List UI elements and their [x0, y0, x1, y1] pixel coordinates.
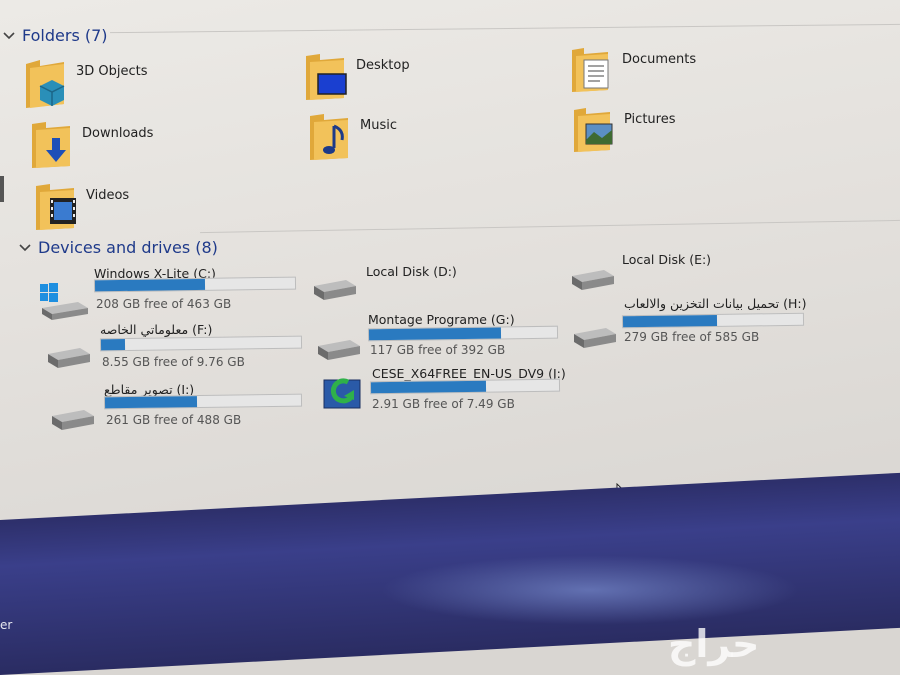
drive-usage-bar — [103, 393, 303, 410]
folder-label: Desktop — [356, 58, 410, 73]
drive-usage-bar — [93, 276, 297, 293]
folder-desktop[interactable]: Desktop — [304, 52, 410, 104]
drive-free-space: 208 GB free of 463 GB — [96, 297, 232, 311]
drive-usage-bar — [621, 312, 805, 329]
folder-label: 3D Objects — [76, 64, 148, 79]
desk-reflection — [380, 555, 800, 625]
drive-usage-fill — [622, 314, 717, 328]
drive-d[interactable]: Local Disk (D:) — [312, 262, 512, 306]
scroll-edge — [0, 176, 4, 202]
folder-videos[interactable]: Videos — [34, 182, 129, 234]
drive-name: تحميل بيانات التخزين والالعاب (H:) — [624, 296, 807, 311]
documents-folder-icon — [570, 46, 614, 98]
folder-label: Music — [360, 118, 397, 133]
folder-documents[interactable]: Documents — [570, 46, 696, 98]
watermark-logo: حراج — [668, 622, 760, 666]
drive-c[interactable]: Windows X-Lite (C:) 208 GB free of 463 G… — [38, 262, 308, 322]
drive-usage-fill — [94, 278, 206, 292]
drive-g[interactable]: Montage Programe (G:) 117 GB free of 392… — [316, 312, 566, 368]
folder-label: Documents — [622, 52, 697, 67]
hard-drive-icon — [574, 328, 616, 348]
drive-usage-bar — [99, 335, 303, 352]
drive-e[interactable]: Local Disk (E:) — [570, 252, 770, 296]
drive-name: Local Disk (D:) — [366, 264, 457, 279]
drives-group-title: Devices and drives (8) — [38, 238, 218, 257]
drive-free-space: 117 GB free of 392 GB — [370, 343, 506, 357]
drive-i[interactable]: تصوير مقاطع (I:) 261 GB free of 488 GB — [50, 382, 310, 438]
pictures-folder-icon — [572, 106, 616, 158]
drive-usage-bar — [369, 378, 561, 395]
hard-drive-icon — [572, 270, 614, 290]
music-folder-icon — [308, 112, 352, 164]
hard-drive-icon — [48, 348, 90, 368]
divider — [200, 219, 900, 234]
folder-music[interactable]: Music — [308, 112, 397, 164]
drive-free-space: 2.91 GB free of 7.49 GB — [372, 397, 515, 411]
folders-group-title: Folders (7) — [22, 26, 108, 45]
drive-usage-fill — [100, 339, 126, 351]
drive-usage-fill — [104, 396, 198, 409]
drive-name: Local Disk (E:) — [622, 252, 712, 267]
videos-folder-icon — [34, 182, 78, 234]
3d-objects-folder-icon — [24, 58, 68, 110]
drive-usage-fill — [370, 380, 486, 394]
drive-name: Montage Programe (G:) — [368, 312, 515, 327]
drives-group-header[interactable]: Devices and drives (8) — [18, 238, 218, 257]
dvd-drive-icon — [323, 378, 361, 409]
drive-h[interactable]: تحميل بيانات التخزين والالعاب (H:) 279 G… — [572, 296, 812, 352]
folder-3d-objects[interactable]: 3D Objects — [24, 58, 148, 110]
taskbar-text-fragment: er — [0, 618, 13, 632]
folders-group-header[interactable]: Folders (7) — [2, 26, 108, 45]
divider — [110, 23, 900, 34]
hard-drive-icon — [318, 340, 360, 360]
folder-label: Videos — [86, 188, 130, 203]
drive-usage-fill — [368, 327, 501, 341]
hard-drive-icon — [52, 410, 94, 430]
desktop-folder-icon — [304, 52, 348, 104]
chevron-down-icon — [19, 243, 31, 251]
drive-free-space: 8.55 GB free of 9.76 GB — [102, 355, 245, 369]
downloads-folder-icon — [30, 120, 74, 172]
folder-pictures[interactable]: Pictures — [572, 106, 675, 158]
drive-j[interactable]: CESE_X64FREE_EN-US_DV9 (J:) 2.91 GB free… — [322, 366, 572, 422]
drive-f[interactable]: معلوماتي الخاصه (F:) 8.55 GB free of 9.7… — [46, 322, 306, 378]
drive-usage-bar — [367, 325, 559, 342]
drive-free-space: 279 GB free of 585 GB — [624, 330, 760, 344]
folder-label: Pictures — [624, 112, 676, 127]
drive-name: معلوماتي الخاصه (F:) — [100, 322, 213, 337]
folder-label: Downloads — [82, 126, 154, 141]
file-explorer-window: Folders (7) 3D Objects Desktop Documents… — [0, 0, 900, 560]
folder-downloads[interactable]: Downloads — [30, 120, 153, 172]
windows-drive-icon — [40, 283, 88, 320]
chevron-down-icon — [3, 31, 15, 39]
drive-free-space: 261 GB free of 488 GB — [106, 413, 242, 427]
hard-drive-icon — [314, 280, 356, 300]
